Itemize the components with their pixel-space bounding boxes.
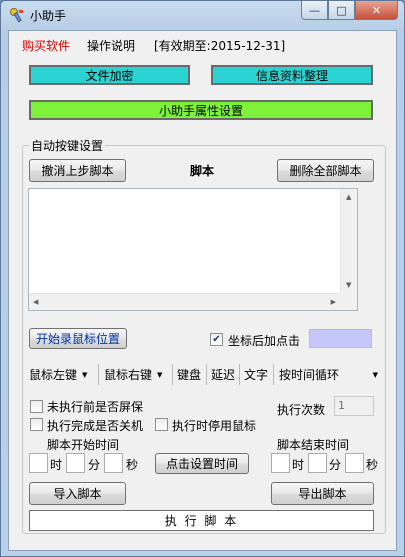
export-script-button[interactable]: 导出脚本	[271, 482, 374, 505]
divider	[273, 364, 274, 385]
loop-label: 按时间循环	[279, 368, 340, 382]
keyboard-button[interactable]: 键盘	[177, 364, 201, 385]
click-after-checkbox[interactable]: ✔	[210, 333, 223, 346]
menu-help[interactable]: 操作说明	[87, 37, 135, 54]
keyboard-label: 键盘	[177, 368, 202, 382]
minimize-icon: —	[309, 3, 320, 17]
validity-label: [有效期至:2015-12-31]	[154, 39, 286, 53]
disable-mouse-label: 执行时停用鼠标	[172, 419, 257, 433]
end-minute-input[interactable]	[308, 453, 327, 473]
divider	[98, 364, 99, 385]
app-icon	[10, 8, 23, 23]
vertical-scrollbar[interactable]: ▲ ▼	[340, 189, 357, 293]
shutdown-label: 执行完成是否关机	[47, 419, 144, 433]
client-area: 购买软件 操作说明 [有效期至:2015-12-31] 文件加密 信息资料整理 …	[8, 30, 397, 551]
end-hour-unit: 时	[292, 458, 305, 472]
end-second-input[interactable]	[345, 453, 364, 473]
exec-count-label: 执行次数	[277, 403, 326, 417]
divider	[239, 364, 240, 385]
exec-count-input[interactable]: 1	[334, 396, 374, 416]
start-second-unit: 秒	[126, 458, 139, 472]
window-title: 小助手	[30, 9, 67, 23]
start-hour-unit: 时	[50, 458, 63, 472]
text-button[interactable]: 文字	[244, 364, 268, 385]
loop-dropdown[interactable]: 按时间循环 ▼	[279, 364, 378, 385]
chevron-down-icon: ▼	[372, 370, 378, 379]
start-second-input[interactable]	[104, 453, 123, 473]
maximize-button[interactable]: □	[328, 1, 355, 20]
scroll-left-icon[interactable]: ◀	[33, 298, 38, 306]
divider	[172, 364, 173, 385]
menu-buy[interactable]: 购买软件	[22, 37, 70, 54]
divider	[206, 364, 207, 385]
shutdown-checkbox[interactable]	[30, 418, 43, 431]
lock-screen-checkbox[interactable]	[30, 400, 43, 413]
scroll-up-icon[interactable]: ▲	[346, 193, 351, 201]
maximize-icon: □	[336, 3, 347, 17]
script-label: 脚本	[190, 164, 215, 178]
end-time-label: 脚本结束时间	[277, 438, 350, 452]
properties-button[interactable]: 小助手属性设置	[29, 100, 373, 120]
mouse-left-label: 鼠标左键	[29, 368, 78, 382]
run-script-button[interactable]: 执 行 脚 本	[29, 510, 374, 531]
delay-button[interactable]: 延迟	[211, 364, 235, 385]
import-script-button[interactable]: 导入脚本	[29, 482, 126, 505]
checkmark-icon: ✔	[212, 334, 221, 345]
mouse-right-label: 鼠标右键	[104, 368, 153, 382]
close-button[interactable]: ✕	[355, 1, 398, 20]
click-set-time-button[interactable]: 点击设置时间	[155, 453, 249, 474]
info-organize-button[interactable]: 信息资料整理	[211, 65, 373, 85]
start-hour-input[interactable]	[29, 453, 48, 473]
chevron-down-icon: ▼	[82, 370, 88, 379]
app-window: 小助手 — □ ✕ 购买软件 操作说明 [有效期至:2015-12-31] 文件…	[0, 0, 405, 557]
delete-all-button[interactable]: 删除全部脚本	[277, 159, 374, 182]
auto-keys-group-label: 自动按键设置	[29, 137, 106, 154]
end-second-unit: 秒	[366, 458, 379, 472]
scroll-right-icon[interactable]: ▶	[331, 298, 336, 306]
click-after-label: 坐标后加点击	[228, 334, 301, 348]
horizontal-scrollbar[interactable]: ◀ ▶	[29, 293, 340, 310]
file-encrypt-button[interactable]: 文件加密	[29, 65, 190, 85]
minimize-button[interactable]: —	[301, 1, 328, 20]
scroll-down-icon[interactable]: ▼	[346, 281, 351, 289]
start-minute-input[interactable]	[66, 453, 85, 473]
start-time-label: 脚本开始时间	[47, 438, 120, 452]
record-mouse-button[interactable]: 开始录鼠标位置	[29, 328, 127, 349]
script-textarea[interactable]: ▲ ▼ ◀ ▶	[28, 188, 358, 311]
mouse-right-dropdown[interactable]: 鼠标右键 ▼	[104, 364, 162, 385]
end-hour-input[interactable]	[271, 453, 290, 473]
color-swatch[interactable]	[309, 329, 372, 348]
scroll-corner	[340, 293, 357, 310]
text-label: 文字	[244, 368, 269, 382]
lock-screen-label: 未执行前是否屏保	[47, 400, 144, 414]
mouse-left-dropdown[interactable]: 鼠标左键 ▼	[29, 364, 87, 385]
title-bar[interactable]: 小助手 — □ ✕	[1, 1, 404, 29]
close-icon: ✕	[371, 3, 382, 17]
start-minute-unit: 分	[88, 458, 101, 472]
chevron-down-icon: ▼	[157, 370, 163, 379]
delay-label: 延迟	[211, 368, 236, 382]
undo-last-button[interactable]: 撤消上步脚本	[29, 159, 126, 182]
disable-mouse-checkbox[interactable]	[155, 418, 168, 431]
end-minute-unit: 分	[329, 458, 342, 472]
